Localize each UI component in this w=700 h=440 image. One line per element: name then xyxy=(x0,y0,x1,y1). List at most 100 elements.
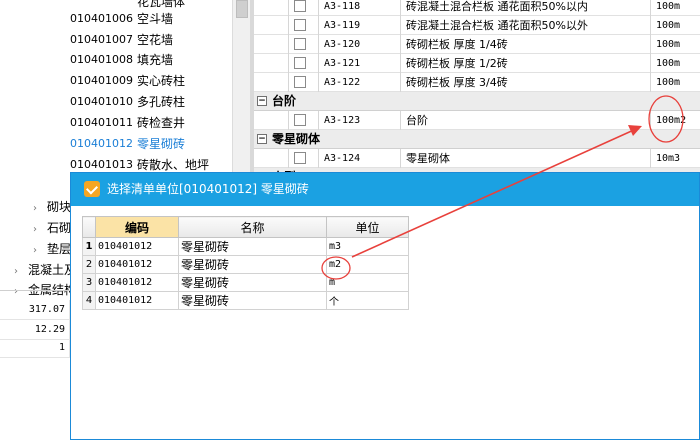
select-unit-dialog: 选择清单单位[010401012] 零星砌砖 编码 名称 单位 1 0104010… xyxy=(70,172,700,440)
code-tree-code: 010401011 xyxy=(70,116,133,129)
column-divider xyxy=(288,0,289,16)
quota-group-row[interactable]: − 台阶 xyxy=(254,92,700,111)
column-divider xyxy=(650,16,651,35)
quota-row[interactable]: A3-119 砖混凝土混合栏板 通花面积50%以外 100m xyxy=(254,16,700,35)
code-tree-row[interactable]: 010401007 空花墙 xyxy=(0,29,232,51)
quota-row[interactable]: A3-121 砖砌栏板 厚度 1/2砖 100m xyxy=(254,54,700,73)
unit-grid-name[interactable]: 零星砌砖 xyxy=(178,255,327,274)
code-tree-code: 010401008 xyxy=(70,53,133,66)
unit-grid-name[interactable]: 零星砌砖 xyxy=(178,237,327,256)
category-tree-label: 垫层 xyxy=(47,242,72,256)
code-tree-scrollbar[interactable] xyxy=(232,0,250,172)
quota-checkbox[interactable] xyxy=(294,76,306,88)
quantity-cell[interactable]: 317.07 xyxy=(0,300,70,320)
unit-grid-unit[interactable]: m2 xyxy=(326,255,409,274)
column-divider xyxy=(400,73,401,92)
column-divider xyxy=(318,54,319,73)
column-divider xyxy=(400,0,401,16)
unit-grid-code[interactable]: 010401012 xyxy=(95,273,179,292)
unit-grid-name[interactable]: 零星砌砖 xyxy=(178,273,327,292)
quota-unit: 100m2 xyxy=(656,115,687,126)
unit-grid-unit[interactable]: m3 xyxy=(326,237,409,256)
unit-grid-unit[interactable]: m xyxy=(326,273,409,292)
column-divider xyxy=(650,54,651,73)
category-tree-node[interactable]: › 垫层 xyxy=(33,238,71,260)
quantity-cell[interactable]: 1 xyxy=(0,338,70,358)
quota-code: A3-120 xyxy=(324,39,361,50)
quota-name: 砖砌栏板 厚度 1/2砖 xyxy=(406,57,508,70)
quota-code: A3-122 xyxy=(324,77,361,88)
code-tree-row[interactable]: 010401009 实心砖柱 xyxy=(0,70,232,92)
quota-checkbox[interactable] xyxy=(294,38,306,50)
code-tree-code: 010401006 xyxy=(70,12,133,25)
quota-code: A3-124 xyxy=(324,153,361,164)
column-divider xyxy=(650,35,651,54)
code-tree-row[interactable]: 010401008 填充墙 xyxy=(0,49,232,71)
unit-grid-row[interactable]: 4 010401012 零星砌砖个 xyxy=(82,291,409,310)
scrollbar-thumb[interactable] xyxy=(236,0,248,18)
unit-grid-code[interactable]: 010401012 xyxy=(95,255,179,274)
quota-unit: 100m xyxy=(656,1,681,12)
column-divider xyxy=(288,54,289,73)
quota-code: A3-123 xyxy=(324,115,361,126)
quota-row[interactable]: A3-120 砖砌栏板 厚度 1/4砖 100m xyxy=(254,35,700,54)
quota-unit: 100m xyxy=(656,58,681,69)
code-tree-row[interactable]: 010401006 空斗墙 xyxy=(0,8,232,30)
unit-grid-name[interactable]: 零星砌砖 xyxy=(178,291,327,310)
code-tree-row[interactable]: 010401012 零星砌砖 xyxy=(0,133,232,155)
quota-checkbox[interactable] xyxy=(294,114,306,126)
column-header-code[interactable]: 编码 xyxy=(95,216,179,238)
quota-row[interactable]: A3-124 零星砌体 10m3 xyxy=(254,149,700,168)
collapse-toggle-icon[interactable]: − xyxy=(257,96,267,106)
quota-checkbox[interactable] xyxy=(294,19,306,31)
unit-grid-code[interactable]: 010401012 xyxy=(95,237,179,256)
unit-grid-unit[interactable]: 个 xyxy=(326,291,409,310)
code-tree-name: 零星砌砖 xyxy=(137,137,186,151)
column-header-name[interactable]: 名称 xyxy=(178,216,327,238)
code-tree-code: 010401009 xyxy=(70,74,133,87)
category-tree-node[interactable]: › 砌块 xyxy=(33,196,71,218)
column-divider xyxy=(288,149,289,168)
quota-code: A3-119 xyxy=(324,20,361,31)
code-tree-name: 填充墙 xyxy=(137,53,174,67)
quota-group-label: 零星砌体 xyxy=(272,132,321,146)
unit-grid-row[interactable]: 3 010401012 零星砌砖 m xyxy=(82,273,409,292)
quota-unit: 100m xyxy=(656,20,681,31)
column-divider xyxy=(318,73,319,92)
quantity-cell[interactable]: 12.29 xyxy=(0,320,70,340)
quota-group-row[interactable]: − 零星砌体 xyxy=(254,130,700,149)
code-tree-row[interactable]: 010401010 多孔砖柱 xyxy=(0,91,232,113)
column-header-unit[interactable]: 单位 xyxy=(326,216,409,238)
column-divider xyxy=(650,149,651,168)
dialog-titlebar[interactable]: 选择清单单位[010401012] 零星砌砖 xyxy=(71,173,699,206)
dialog-title: 选择清单单位[010401012] 零星砌砖 xyxy=(107,182,309,196)
quota-row[interactable]: A3-123 台阶 100m2 xyxy=(254,111,700,130)
row-number: 3 xyxy=(82,273,96,292)
code-tree-name: 砖检查井 xyxy=(137,116,186,130)
quota-row[interactable]: A3-122 砖砌栏板 厚度 3/4砖 100m xyxy=(254,73,700,92)
code-tree-name: 空斗墙 xyxy=(137,12,174,26)
quota-row[interactable]: A3-118 砖混凝土混合栏板 通花面积50%以内 100m xyxy=(254,0,700,16)
code-tree-row[interactable]: 010401011 砖检查井 xyxy=(0,112,232,134)
quota-unit: 100m xyxy=(656,77,681,88)
unit-grid-code[interactable]: 010401012 xyxy=(95,291,179,310)
code-tree-name: 空花墙 xyxy=(137,33,174,47)
column-divider xyxy=(288,35,289,54)
quota-checkbox[interactable] xyxy=(294,152,306,164)
category-tree-label: 砌块 xyxy=(47,200,72,214)
quota-table: A3-118 砖混凝土混合栏板 通花面积50%以内 100m A3-119 砖混凝土混合… xyxy=(254,0,700,187)
row-number: 1 xyxy=(82,237,96,256)
unit-grid-row[interactable]: 1 010401012 零星砌砖 m3 xyxy=(82,237,409,256)
code-tree-code: 010401010 xyxy=(70,95,133,108)
quota-checkbox[interactable] xyxy=(294,57,306,69)
category-tree-label: 石砌 xyxy=(47,221,72,235)
category-tree-node[interactable]: › 石砌 xyxy=(33,217,71,239)
code-tree-name: 多孔砖柱 xyxy=(137,95,186,109)
quota-code: A3-121 xyxy=(324,58,361,69)
quota-name: 砖混凝土混合栏板 通花面积50%以外 xyxy=(406,19,588,32)
unit-grid-row[interactable]: 2 010401012 零星砌砖 m2 xyxy=(82,255,409,274)
collapse-toggle-icon[interactable]: − xyxy=(257,134,267,144)
column-divider xyxy=(288,16,289,35)
quota-checkbox[interactable] xyxy=(294,0,306,12)
grid-corner xyxy=(82,216,96,238)
